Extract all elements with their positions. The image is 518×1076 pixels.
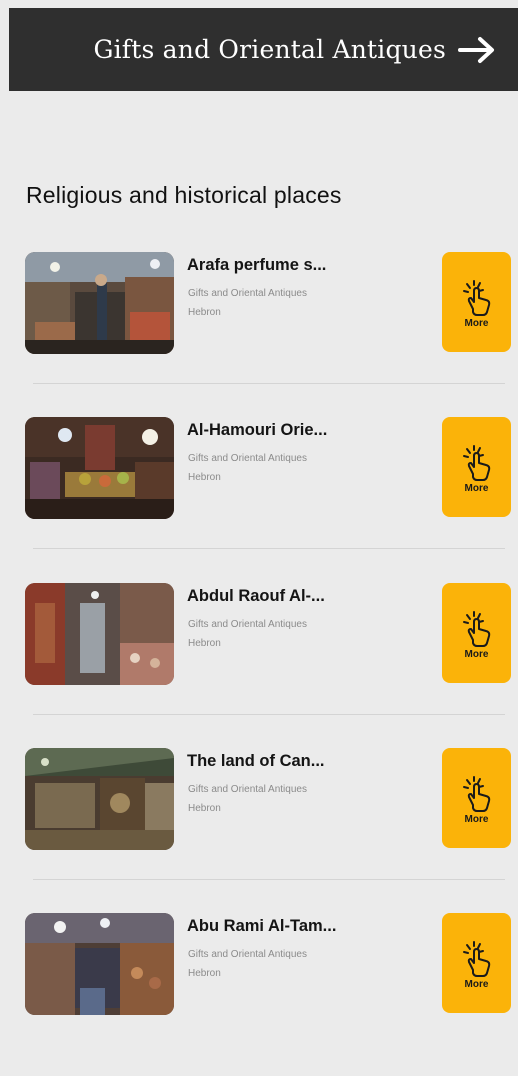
more-button[interactable]: More	[442, 913, 511, 1013]
place-city: Hebron	[188, 803, 221, 814]
place-category: Gifts and Oriental Antiques	[188, 619, 307, 630]
list-item[interactable]: The land of Can... Gifts and Oriental An…	[0, 746, 518, 911]
hand-tap-icon	[462, 776, 490, 812]
list-item[interactable]: Abu Rami Al-Tam... Gifts and Oriental An…	[0, 911, 518, 1076]
divider	[33, 714, 505, 715]
place-thumbnail[interactable]	[25, 252, 174, 354]
place-thumbnail[interactable]	[25, 748, 174, 850]
list-item[interactable]: Abdul Raouf Al-... Gifts and Oriental An…	[0, 581, 518, 746]
header-title: Gifts and Oriental Antiques	[93, 35, 446, 64]
more-label: More	[464, 649, 489, 660]
place-city: Hebron	[188, 638, 221, 649]
more-button[interactable]: More	[442, 252, 511, 352]
place-title[interactable]: Al-Hamouri Orie...	[187, 421, 327, 440]
divider	[33, 879, 505, 880]
place-thumbnail[interactable]	[25, 417, 174, 519]
divider	[33, 383, 505, 384]
list-item[interactable]: Al-Hamouri Orie... Gifts and Oriental An…	[0, 415, 518, 580]
more-label: More	[464, 318, 489, 329]
hand-tap-icon	[462, 445, 490, 481]
more-button[interactable]: More	[442, 583, 511, 683]
place-thumbnail[interactable]	[25, 583, 174, 685]
more-label: More	[464, 979, 489, 990]
app-header: Gifts and Oriental Antiques	[9, 8, 518, 91]
place-category: Gifts and Oriental Antiques	[188, 949, 307, 960]
place-title[interactable]: Abu Rami Al-Tam...	[187, 917, 336, 936]
place-thumbnail[interactable]	[25, 913, 174, 1015]
hand-tap-icon	[462, 280, 490, 316]
section-title: Religious and historical places	[26, 182, 342, 208]
place-city: Hebron	[188, 968, 221, 979]
arrow-right-icon[interactable]	[458, 35, 498, 65]
place-city: Hebron	[188, 307, 221, 318]
divider	[33, 548, 505, 549]
place-category: Gifts and Oriental Antiques	[188, 288, 307, 299]
more-label: More	[464, 814, 489, 825]
place-title[interactable]: Abdul Raouf Al-...	[187, 587, 325, 606]
hand-tap-icon	[462, 611, 490, 647]
place-category: Gifts and Oriental Antiques	[188, 453, 307, 464]
place-title[interactable]: The land of Can...	[187, 752, 325, 771]
more-label: More	[464, 483, 489, 494]
more-button[interactable]: More	[442, 417, 511, 517]
list-item[interactable]: Arafa perfume s... Gifts and Oriental An…	[0, 250, 518, 415]
place-title[interactable]: Arafa perfume s...	[187, 256, 326, 275]
place-category: Gifts and Oriental Antiques	[188, 784, 307, 795]
hand-tap-icon	[462, 941, 490, 977]
more-button[interactable]: More	[442, 748, 511, 848]
place-city: Hebron	[188, 472, 221, 483]
